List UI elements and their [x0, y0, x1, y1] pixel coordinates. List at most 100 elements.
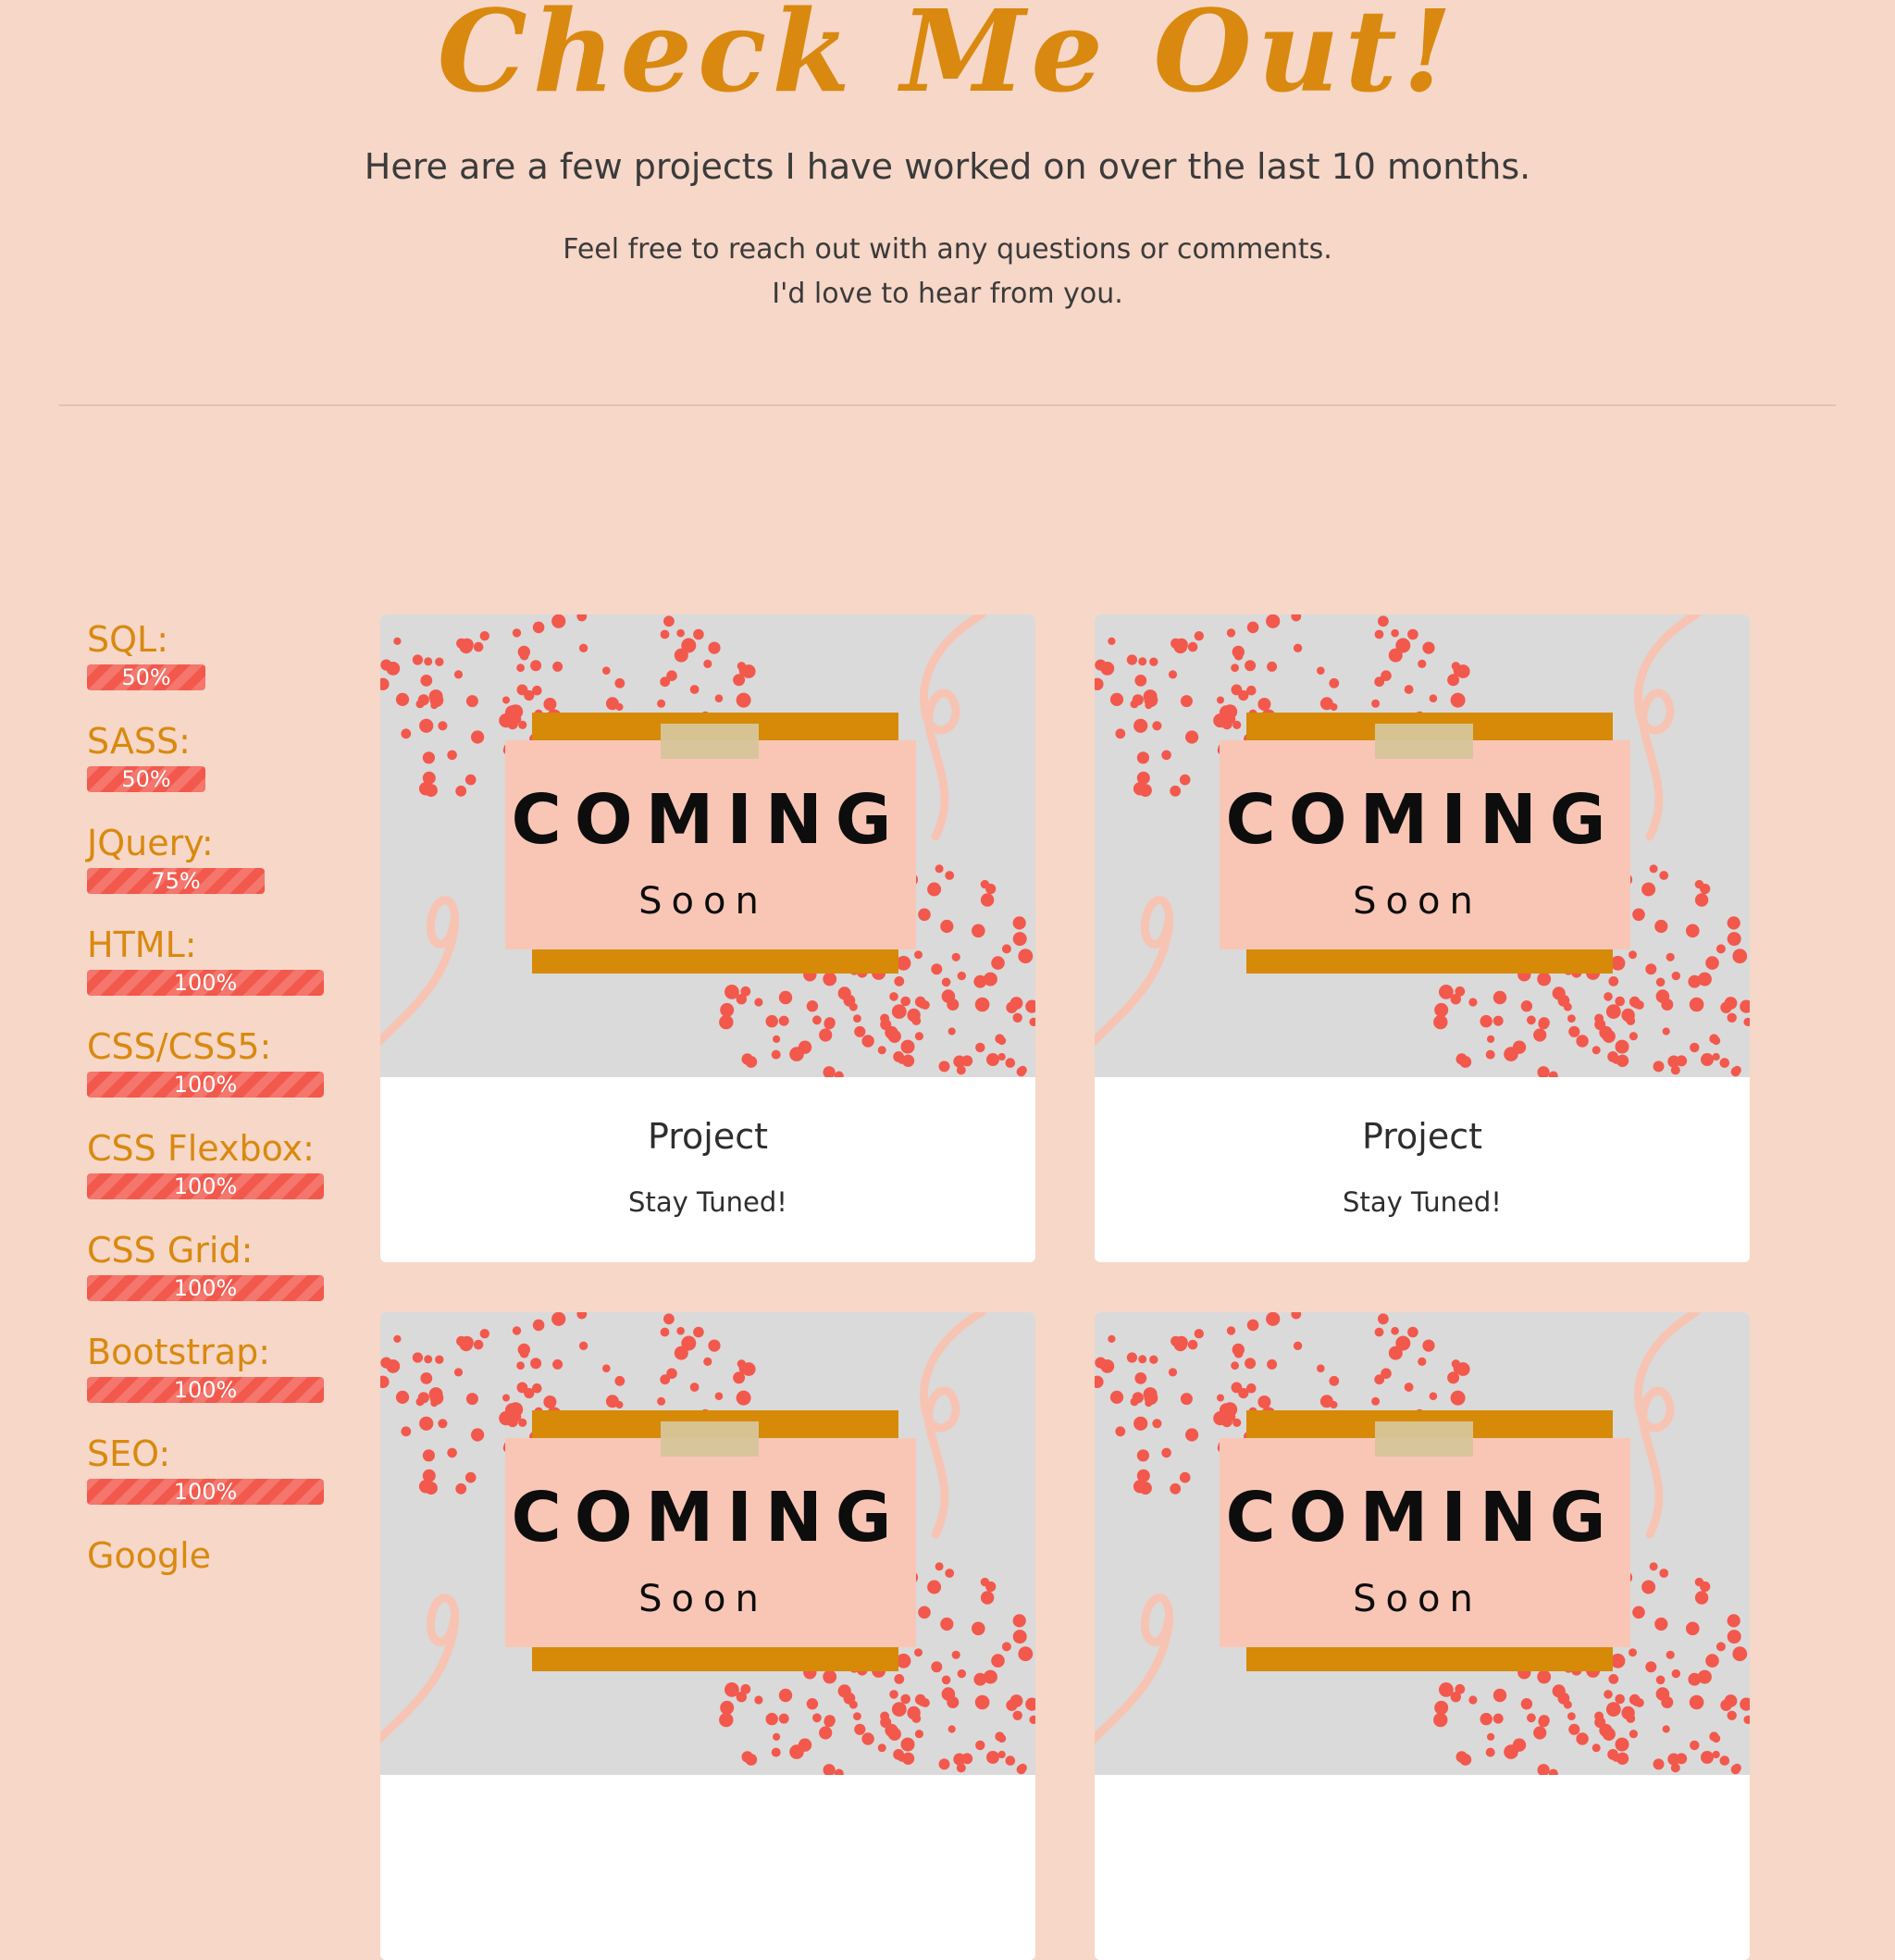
decorative-dot — [894, 976, 905, 986]
decorative-dot — [765, 1014, 778, 1028]
page-title: Check Me Out! — [437, 0, 1458, 118]
decorative-dot — [1194, 1329, 1204, 1339]
decorative-dot — [479, 1329, 489, 1339]
decorative-dot — [1727, 916, 1740, 930]
decorative-dot — [778, 990, 793, 1005]
decorative-dot — [1655, 977, 1666, 987]
decorative-dot — [1604, 992, 1613, 1001]
decorative-dot — [1267, 1358, 1278, 1370]
decorative-dot — [420, 1372, 433, 1384]
decorative-dot — [578, 643, 588, 652]
decorative-dot — [602, 1364, 611, 1372]
contact-note: Feel free to reach out with any question… — [0, 228, 1895, 316]
decorative-dot — [1552, 1684, 1566, 1698]
decorative-dot — [703, 1357, 712, 1366]
decorative-dot — [1719, 1755, 1730, 1766]
decorative-dot — [853, 1014, 861, 1023]
decorative-dot — [1319, 1395, 1333, 1408]
decorative-dot — [972, 924, 985, 938]
decorative-dot — [530, 660, 542, 672]
decorative-dot — [1108, 1334, 1116, 1343]
decorative-dot — [1179, 774, 1191, 786]
decorative-dot — [891, 1004, 907, 1019]
decorative-dot — [745, 1754, 758, 1766]
decorative-dot — [1667, 1055, 1680, 1068]
decorative-dot — [1422, 1339, 1435, 1352]
decorative-dot — [1737, 949, 1746, 959]
decorative-dot — [1374, 676, 1385, 688]
decorative-dot — [1407, 1326, 1418, 1338]
skill-item: CSS Flexbox: 100% — [87, 1127, 365, 1229]
decorative-dot — [1727, 1630, 1741, 1644]
decorative-dot — [1645, 963, 1657, 975]
skill-item: HTML: 100% — [87, 924, 365, 1025]
project-card[interactable]: COMING Soon Project Stay Tuned! — [380, 614, 1035, 1262]
decorative-dot — [1629, 950, 1637, 960]
decorative-dot — [941, 977, 951, 987]
decorative-dot — [1429, 1392, 1438, 1400]
project-card[interactable]: COMING Soon — [1095, 1312, 1750, 1960]
decorative-dot — [576, 1312, 588, 1320]
decorative-dot — [1666, 1650, 1675, 1659]
decorative-dot — [401, 728, 412, 739]
decorative-dot — [412, 654, 423, 665]
decorative-dot — [1001, 944, 1011, 954]
decorative-dot — [1492, 1015, 1504, 1026]
decorative-dot — [504, 1403, 520, 1418]
decorative-dot — [1727, 1012, 1737, 1023]
skill-item: CSS/CSS5: 100% — [87, 1025, 365, 1127]
decorative-dot — [1492, 1688, 1507, 1703]
decorative-dot — [1374, 629, 1384, 639]
project-card[interactable]: COMING Soon — [380, 1312, 1035, 1960]
decorative-dot — [918, 1606, 931, 1619]
decorative-dot — [1404, 1383, 1414, 1392]
decorative-dot — [983, 1669, 997, 1684]
decorative-dot — [417, 694, 429, 706]
decorative-dot — [1378, 615, 1389, 627]
decorative-dot — [459, 639, 474, 654]
decorative-dot — [754, 1695, 763, 1705]
decorative-dot — [1615, 1039, 1629, 1054]
decorative-dot — [773, 1732, 781, 1741]
decorative-dot — [1095, 677, 1104, 690]
decorative-dot — [1143, 689, 1158, 704]
decorative-dot — [1433, 1712, 1448, 1728]
decorative-dot — [1434, 1700, 1449, 1715]
decorative-dot — [1694, 1577, 1704, 1587]
decorative-dot — [1487, 1035, 1495, 1043]
decorative-dot — [1022, 1647, 1032, 1656]
decorative-dot — [576, 614, 588, 622]
decorative-dot — [614, 1375, 625, 1386]
decorative-dot — [1219, 1403, 1234, 1418]
skill-progress-track: 100% — [87, 1275, 324, 1301]
skill-progress-track: 100% — [87, 1479, 324, 1505]
decorative-dot — [708, 1339, 721, 1352]
decorative-dot — [1694, 893, 1709, 907]
project-card[interactable]: COMING Soon Project Stay Tuned! — [1095, 614, 1750, 1262]
decorative-dot — [1180, 1393, 1193, 1406]
decorative-dot — [1487, 1732, 1495, 1741]
decorative-dot — [1592, 1046, 1601, 1055]
project-card-body: Project Stay Tuned! — [1095, 1077, 1750, 1262]
decorative-dot — [1697, 1669, 1712, 1684]
decorative-dot — [1504, 1047, 1518, 1061]
decorative-dot — [1245, 1358, 1257, 1370]
decorative-dot — [424, 1355, 433, 1364]
project-card-body: Project Stay Tuned! — [380, 1077, 1035, 1262]
decorative-dot — [1161, 1447, 1171, 1458]
decorative-dot — [428, 689, 443, 704]
skill-progress-bar: 100% — [87, 1072, 324, 1098]
decorative-dot — [1604, 1690, 1613, 1699]
decorative-dot — [1705, 1654, 1719, 1668]
decorative-dot — [1720, 1699, 1732, 1711]
decorative-dot — [660, 1327, 670, 1337]
decorative-dot — [837, 1684, 851, 1698]
decorative-dot — [614, 677, 625, 688]
decorative-dot — [1025, 999, 1035, 1013]
decorative-dot — [1217, 1394, 1224, 1402]
decorative-dot — [1161, 750, 1171, 761]
decorative-dot — [1226, 1326, 1236, 1335]
skill-progress-bar: 100% — [87, 1479, 324, 1505]
decorative-dot — [765, 1712, 778, 1726]
decorative-dot — [464, 1471, 477, 1483]
